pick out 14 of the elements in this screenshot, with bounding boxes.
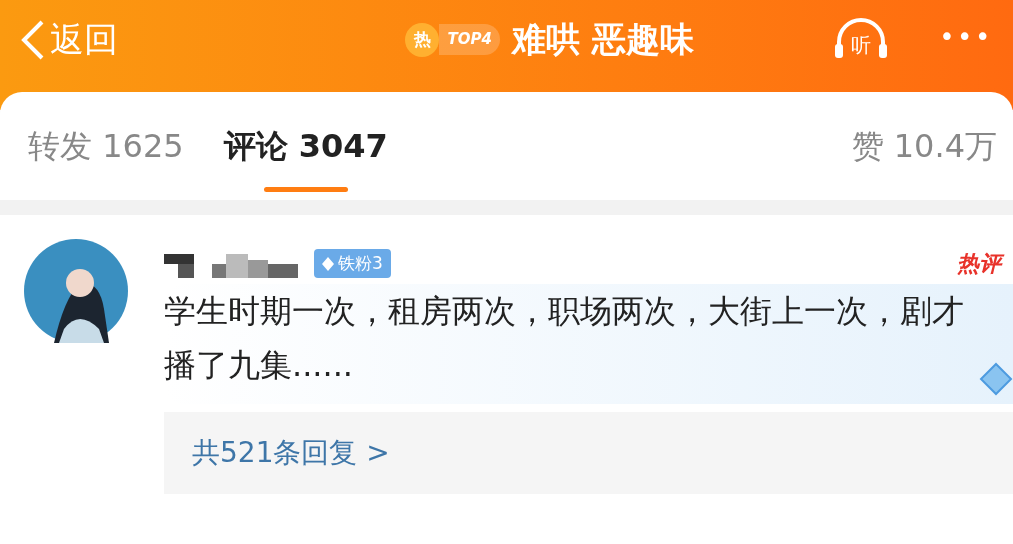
tab[interactable]: 评论 3047 — [223, 122, 388, 170]
like-count: 赞 10.4万 — [851, 126, 997, 167]
hot-badge: 热 — [405, 22, 440, 57]
diamond-icon — [322, 256, 334, 271]
listen-button[interactable]: 听 — [831, 14, 892, 64]
more-button[interactable]: ••• — [939, 18, 993, 57]
diamond-icon — [979, 362, 1013, 396]
back-button[interactable]: 返回 — [20, 14, 118, 65]
page-title: 难哄 恶趣味 — [511, 18, 694, 61]
replies-link[interactable]: 共521条回复 > — [164, 412, 1013, 494]
rank-badge: TOP4 — [439, 24, 500, 55]
tab[interactable]: 转发 1625 — [28, 122, 184, 170]
comment-text: 学生时期一次，租房两次，职场两次，大街上一次，剧才播了九集...... — [164, 291, 964, 386]
fan-badge: 铁粉3 — [314, 248, 391, 279]
